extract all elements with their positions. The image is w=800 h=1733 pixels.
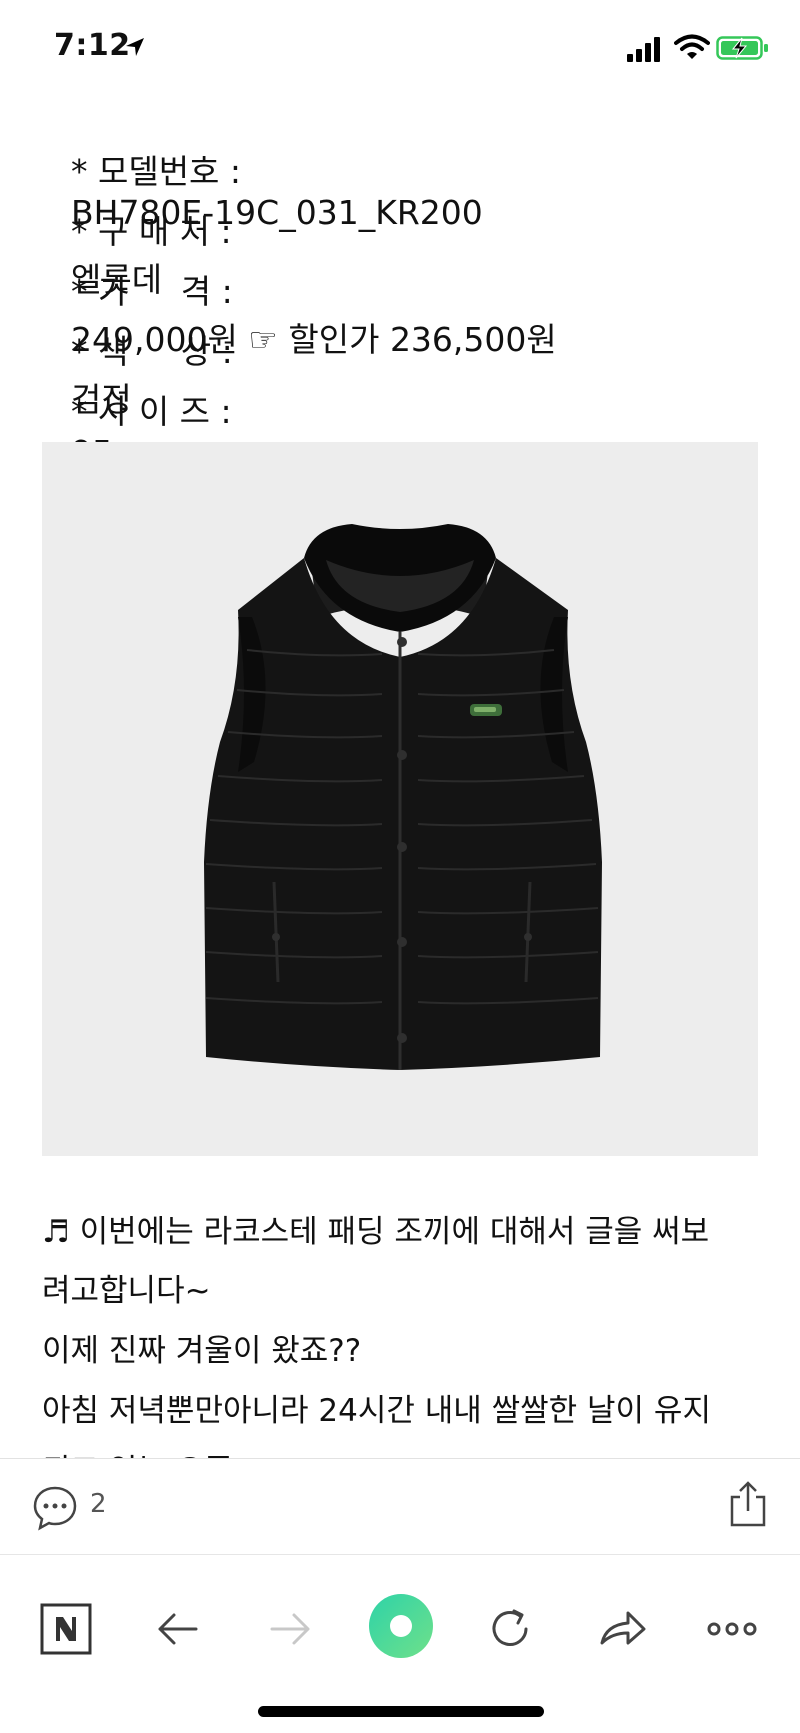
back-arrow-icon[interactable]: [146, 1597, 210, 1661]
body-line: 아침 저녁뿐만아니라 24시간 내내 쌀쌀한 날이 유지: [42, 1393, 711, 1429]
home-indicator: [258, 1706, 544, 1717]
croc-logo: [470, 704, 502, 716]
browser-nav-bar: [0, 1554, 800, 1733]
refresh-icon[interactable]: [478, 1597, 542, 1661]
padded-vest-image: [42, 442, 758, 1156]
product-image[interactable]: [42, 442, 758, 1156]
wifi-icon: [674, 34, 710, 59]
body-line: 려고합니다~: [42, 1273, 211, 1309]
comment-count[interactable]: 2: [90, 1489, 107, 1519]
more-icon[interactable]: [700, 1597, 764, 1661]
status-bar: 7:12: [0, 0, 800, 100]
green-circle-icon[interactable]: [366, 1591, 436, 1661]
location-arrow-icon: [126, 38, 144, 56]
naver-n-icon[interactable]: [34, 1597, 98, 1661]
status-time: 7:12: [54, 28, 131, 63]
share-icon[interactable]: [728, 1481, 768, 1527]
body-line: 이제 진짜 겨울이 왔죠??: [42, 1333, 362, 1369]
body-line: ♬ 이번에는 라코스테 패딩 조끼에 대해서 글을 써보: [42, 1214, 710, 1250]
spec-label: * 사 이 즈 :: [70, 392, 232, 431]
battery-charging-icon: [716, 36, 768, 60]
share-arrow-icon[interactable]: [590, 1597, 654, 1661]
signal-icon: [627, 37, 660, 62]
action-bar: 2: [0, 1458, 800, 1555]
comment-icon[interactable]: [32, 1485, 78, 1531]
forward-arrow-icon[interactable]: [258, 1597, 322, 1661]
